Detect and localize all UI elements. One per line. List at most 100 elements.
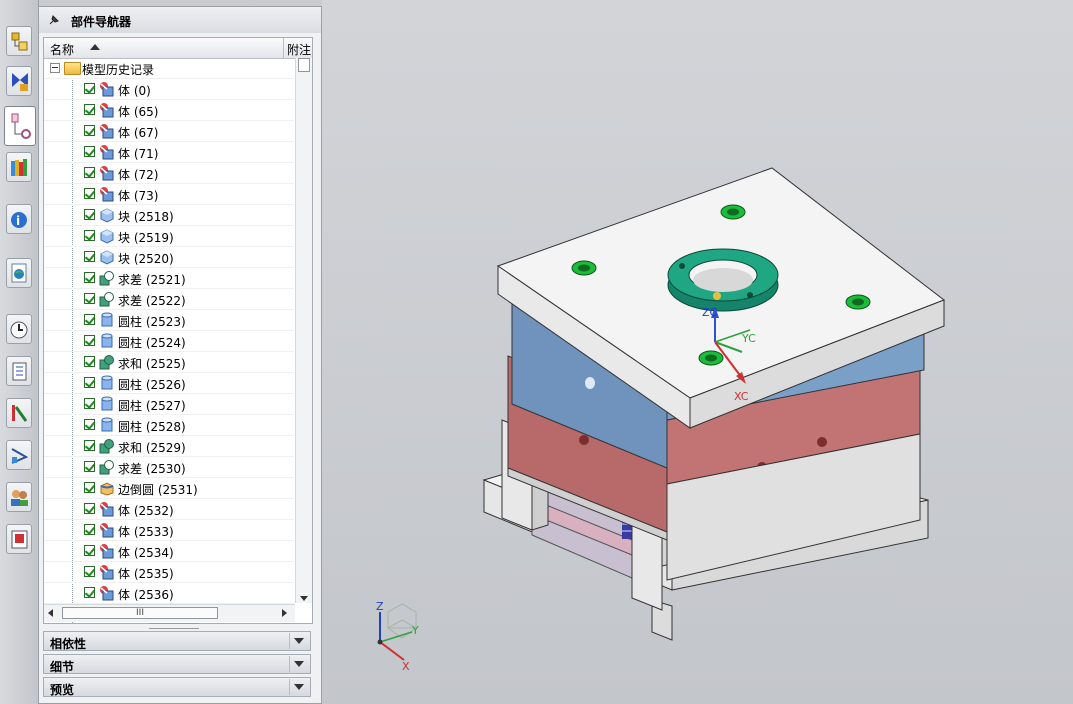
tree-item[interactable]: 圆柱 (2526)	[44, 373, 294, 394]
visibility-checkbox[interactable]	[84, 83, 95, 94]
section-preview[interactable]: 预览	[43, 677, 311, 697]
visibility-checkbox[interactable]	[84, 503, 95, 514]
part-navigator-panel: 部件导航器 名称 附注 模型历史记录 体 (0) 体 (65) 体 (67) 体 (7…	[38, 6, 322, 704]
visibility-checkbox[interactable]	[84, 566, 95, 577]
vertical-scroll-thumb[interactable]	[298, 58, 310, 72]
tree-item[interactable]: 块 (2520)	[44, 247, 294, 268]
yc-axis-label: YC	[741, 332, 756, 345]
visibility-checkbox[interactable]	[84, 356, 95, 367]
tree-item[interactable]: 体 (71)	[44, 142, 294, 163]
visibility-checkbox[interactable]	[84, 230, 95, 241]
tree-item[interactable]: 求差 (2530)	[44, 457, 294, 478]
cylinder-icon	[99, 312, 115, 328]
navigator-title-bar: 部件导航器	[39, 7, 321, 33]
visibility-checkbox[interactable]	[84, 314, 95, 325]
visibility-checkbox[interactable]	[84, 419, 95, 430]
section-details[interactable]: 细节	[43, 654, 311, 674]
reuse-library-tab[interactable]	[6, 152, 32, 182]
panel-splitter[interactable]	[149, 623, 199, 629]
tree-item[interactable]: 块 (2518)	[44, 205, 294, 226]
visibility-checkbox[interactable]	[84, 335, 95, 346]
tree-item[interactable]: 体 (0)	[44, 79, 294, 100]
pin-icon[interactable]	[47, 13, 61, 27]
unite-icon	[99, 438, 115, 454]
block-icon	[99, 249, 115, 265]
visibility-checkbox[interactable]	[84, 104, 95, 115]
body-icon	[99, 102, 115, 118]
tree-item[interactable]: 体 (65)	[44, 100, 294, 121]
scroll-left-arrow-icon[interactable]	[48, 609, 53, 617]
tree-item[interactable]: 体 (72)	[44, 163, 294, 184]
horizontal-scrollbar[interactable]: III	[44, 604, 295, 622]
tree-item-label: 圆柱 (2523)	[118, 315, 186, 329]
assembly-navigator-tab[interactable]	[6, 26, 32, 56]
constraint-navigator-tab[interactable]	[6, 66, 32, 96]
section-dependencies[interactable]: 相依性	[43, 631, 311, 651]
visibility-checkbox[interactable]	[84, 188, 95, 199]
column-separator[interactable]	[283, 38, 284, 58]
locating-ring[interactable]	[667, 248, 779, 312]
graphics-window[interactable]: ZC YC XC Z Y X	[322, 0, 1073, 704]
tree-item[interactable]: 体 (67)	[44, 121, 294, 142]
tree-root-model-history[interactable]: 模型历史记录	[44, 58, 294, 79]
visibility-checkbox[interactable]	[84, 167, 95, 178]
process-navigator-tab[interactable]	[6, 356, 32, 386]
hd3d-tools-tab[interactable]: i	[6, 204, 32, 234]
tree-item-label: 圆柱 (2528)	[118, 420, 186, 434]
part-navigator-tab[interactable]	[4, 106, 36, 146]
chevron-down-icon[interactable]	[289, 656, 308, 672]
tree-item[interactable]: 体 (2534)	[44, 541, 294, 562]
tree-item[interactable]: 体 (2533)	[44, 520, 294, 541]
process-navigator-icon	[12, 362, 27, 381]
visibility-checkbox[interactable]	[84, 377, 95, 388]
chevron-down-icon[interactable]	[289, 679, 308, 695]
tree-item[interactable]: 体 (2535)	[44, 562, 294, 583]
visibility-checkbox[interactable]	[84, 125, 95, 136]
vertical-scrollbar[interactable]	[295, 58, 312, 603]
tree-item[interactable]: 体 (2536)	[44, 583, 294, 604]
tree-item[interactable]: 圆柱 (2528)	[44, 415, 294, 436]
tree-item[interactable]: 求和 (2529)	[44, 436, 294, 457]
roles-icon	[12, 405, 28, 422]
tree-item[interactable]: 求和 (2525)	[44, 352, 294, 373]
mold-model-view[interactable]: ZC YC XC Z Y X	[322, 0, 1073, 704]
visibility-checkbox[interactable]	[84, 587, 95, 598]
scroll-down-arrow-icon[interactable]	[300, 596, 308, 601]
tree-item[interactable]: 块 (2519)	[44, 226, 294, 247]
visibility-checkbox[interactable]	[84, 524, 95, 535]
collapse-toggle-icon[interactable]	[50, 63, 60, 73]
web-browser-tab[interactable]	[6, 258, 32, 288]
chevron-down-icon[interactable]	[289, 633, 308, 649]
sort-ascending-icon	[90, 44, 100, 50]
tree-item[interactable]: 圆柱 (2524)	[44, 331, 294, 352]
visibility-checkbox[interactable]	[84, 146, 95, 157]
horizontal-scroll-thumb[interactable]: III	[62, 607, 218, 619]
body-icon	[99, 564, 115, 580]
visibility-checkbox[interactable]	[84, 482, 95, 493]
tree-item[interactable]: 圆柱 (2527)	[44, 394, 294, 415]
visibility-checkbox[interactable]	[84, 461, 95, 472]
tree-item[interactable]: 边倒圆 (2531)	[44, 478, 294, 499]
visibility-checkbox[interactable]	[84, 251, 95, 262]
visibility-checkbox[interactable]	[84, 398, 95, 409]
bolt-hole	[817, 437, 827, 447]
visibility-checkbox[interactable]	[84, 209, 95, 220]
column-name-header[interactable]: 名称	[50, 41, 74, 58]
visibility-checkbox[interactable]	[84, 272, 95, 283]
scroll-right-arrow-icon[interactable]	[282, 609, 287, 617]
visibility-checkbox[interactable]	[84, 293, 95, 304]
roles-tab[interactable]	[6, 398, 32, 428]
visibility-checkbox[interactable]	[84, 545, 95, 556]
history-tab[interactable]	[6, 314, 32, 344]
tree-item[interactable]: 求差 (2521)	[44, 268, 294, 289]
tree-item[interactable]: 圆柱 (2523)	[44, 310, 294, 331]
system-materials-tab[interactable]	[6, 440, 32, 470]
visibility-checkbox[interactable]	[84, 440, 95, 451]
tree-item[interactable]: 体 (2532)	[44, 499, 294, 520]
palette-tab[interactable]	[6, 524, 32, 554]
system-scenes-tab[interactable]	[6, 482, 32, 512]
column-note-header[interactable]: 附注	[287, 41, 311, 58]
view-triad[interactable]: Z Y X	[376, 600, 419, 673]
tree-item[interactable]: 求差 (2522)	[44, 289, 294, 310]
tree-item[interactable]: 体 (73)	[44, 184, 294, 205]
